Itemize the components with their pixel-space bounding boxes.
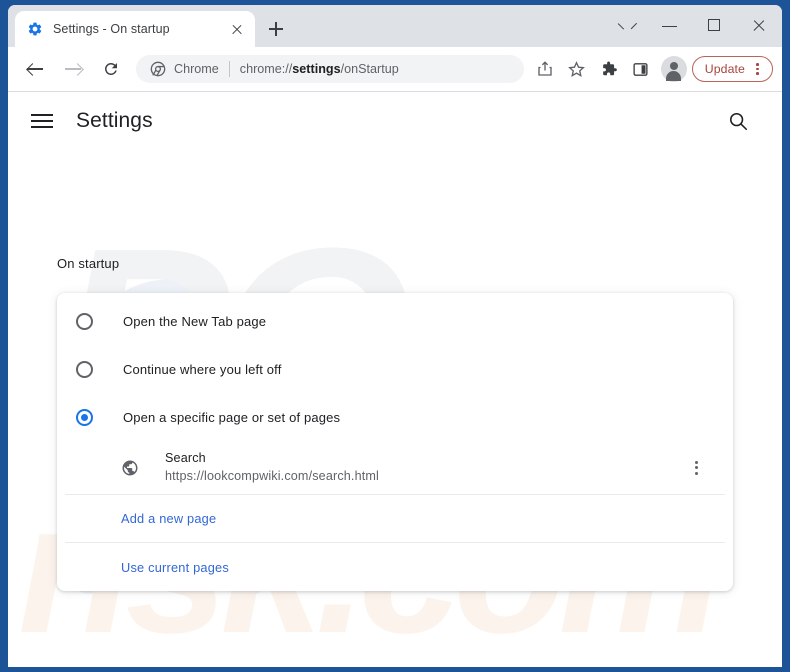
hamburger-icon[interactable] [30, 109, 54, 133]
close-icon[interactable] [227, 19, 247, 39]
radio-icon [76, 360, 93, 378]
radio-option-label: Continue where you left off [123, 361, 282, 377]
close-window-button[interactable] [737, 5, 782, 47]
radio-option-label: Open the New Tab page [123, 313, 267, 329]
startup-page-url: https://lookcompwiki.com/search.html [165, 468, 379, 483]
use-current-pages-link[interactable]: Use current pages [121, 560, 229, 575]
browser-window-inner: Settings - On startup Chrome chrome://se… [8, 5, 782, 667]
side-panel-icon[interactable] [626, 54, 656, 84]
window-caption-controls [602, 5, 782, 47]
url-prefix: chrome:// [239, 62, 293, 76]
address-bar[interactable]: Chrome chrome://settings/onStartup [136, 55, 524, 83]
profile-avatar[interactable] [660, 56, 687, 82]
new-tab-button[interactable] [262, 15, 290, 43]
url-bold-segment: settings [292, 62, 341, 76]
radio-option-new-tab-page[interactable]: Open the New Tab page [57, 297, 733, 345]
globe-icon [121, 459, 139, 477]
settings-page: PC risk.com Settings On startup [8, 92, 782, 667]
radio-option-label: Open a specific page or set of pages [123, 409, 341, 425]
section-heading: On startup [57, 256, 120, 271]
back-button[interactable] [18, 52, 52, 86]
omnibox-divider [228, 61, 230, 77]
browser-window: Settings - On startup Chrome chrome://se… [0, 0, 790, 672]
reload-button[interactable] [94, 52, 128, 86]
tab-strip: Settings - On startup [8, 5, 782, 47]
gear-icon [27, 21, 43, 37]
forward-button[interactable] [56, 52, 90, 86]
bookmark-star-icon[interactable] [562, 54, 592, 84]
radio-icon-selected [76, 408, 93, 426]
arrow-left-icon [27, 62, 43, 76]
reload-icon [102, 60, 120, 78]
startup-page-title: Search [165, 450, 206, 465]
tab-settings-on-startup[interactable]: Settings - On startup [15, 11, 255, 47]
add-a-new-page-row[interactable]: Add a new page [65, 495, 725, 543]
three-dot-menu-icon[interactable] [748, 60, 766, 78]
browser-toolbar: Chrome chrome://settings/onStartup Updat… [8, 47, 782, 92]
omnibox-chip-label: Chrome [174, 62, 219, 76]
tab-title: Settings - On startup [53, 22, 170, 36]
minimize-button[interactable] [647, 5, 692, 47]
minimize-icon [662, 26, 677, 28]
startup-page-text: Search https://lookcompwiki.com/search.h… [165, 450, 684, 486]
close-icon [752, 19, 766, 33]
three-dot-menu-icon[interactable] [684, 456, 708, 480]
startup-page-row: Search https://lookcompwiki.com/search.h… [65, 441, 725, 495]
update-button[interactable]: Update [691, 56, 773, 82]
update-button-label: Update [704, 62, 745, 76]
chrome-logo-icon [150, 61, 166, 77]
add-a-new-page-link[interactable]: Add a new page [121, 511, 216, 526]
tab-search-chevron-down-icon[interactable] [602, 5, 647, 47]
on-startup-card: Open the New Tab page Continue where you… [57, 293, 733, 591]
page-title: Settings [76, 109, 153, 132]
maximize-icon [708, 19, 720, 31]
maximize-button[interactable] [692, 5, 737, 47]
chevron-down-icon [619, 22, 629, 32]
share-icon[interactable] [530, 54, 560, 84]
url-suffix: /onStartup [340, 62, 399, 76]
search-icon[interactable] [726, 109, 750, 133]
settings-header: Settings [8, 92, 782, 150]
radio-option-continue-where-left-off[interactable]: Continue where you left off [57, 345, 733, 393]
extensions-puzzle-icon[interactable] [594, 54, 624, 84]
radio-icon [76, 312, 93, 330]
arrow-right-icon [65, 62, 81, 76]
omnibox-url: chrome://settings/onStartup [240, 62, 399, 76]
use-current-pages-row[interactable]: Use current pages [65, 543, 725, 591]
radio-option-specific-pages[interactable]: Open a specific page or set of pages [57, 393, 733, 441]
